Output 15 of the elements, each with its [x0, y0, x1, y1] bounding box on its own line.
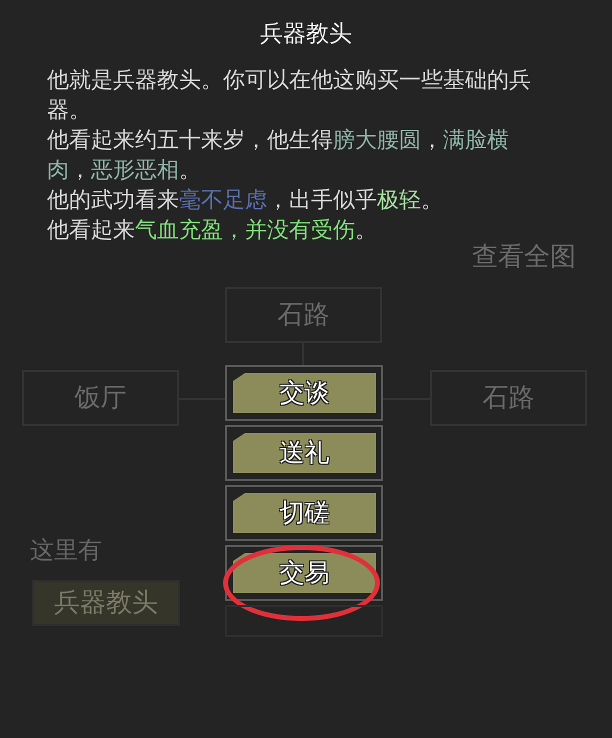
action-button[interactable]: 切磋	[233, 493, 376, 533]
action-button[interactable]: 送礼	[233, 433, 376, 473]
map-room[interactable]: 石路	[225, 287, 382, 343]
description-text: 他就是兵器教头。你可以在他这购买一些基础的兵器。	[47, 66, 532, 124]
action-button[interactable]: 交易	[233, 553, 376, 593]
description-text: 他的武功看来毫不足虑，出手似乎极轻。	[47, 186, 444, 214]
dialog-title: 兵器教头	[259, 20, 353, 49]
map-button[interactable]: 查看全图	[472, 238, 576, 277]
map-room[interactable]: 石路	[430, 370, 587, 426]
description-text: 他看起来气血充盈，并没有受伤。	[47, 216, 378, 244]
action-button[interactable]: 交谈	[233, 373, 376, 413]
map-room[interactable]: 饭厅	[22, 370, 179, 426]
npc-button[interactable]: 兵器教头	[32, 580, 180, 626]
description-text: 他看起来约五十来岁，他生得膀大腰圆，满脸横肉，恶形恶相。	[47, 126, 510, 184]
here-label: 这里有	[30, 535, 102, 566]
